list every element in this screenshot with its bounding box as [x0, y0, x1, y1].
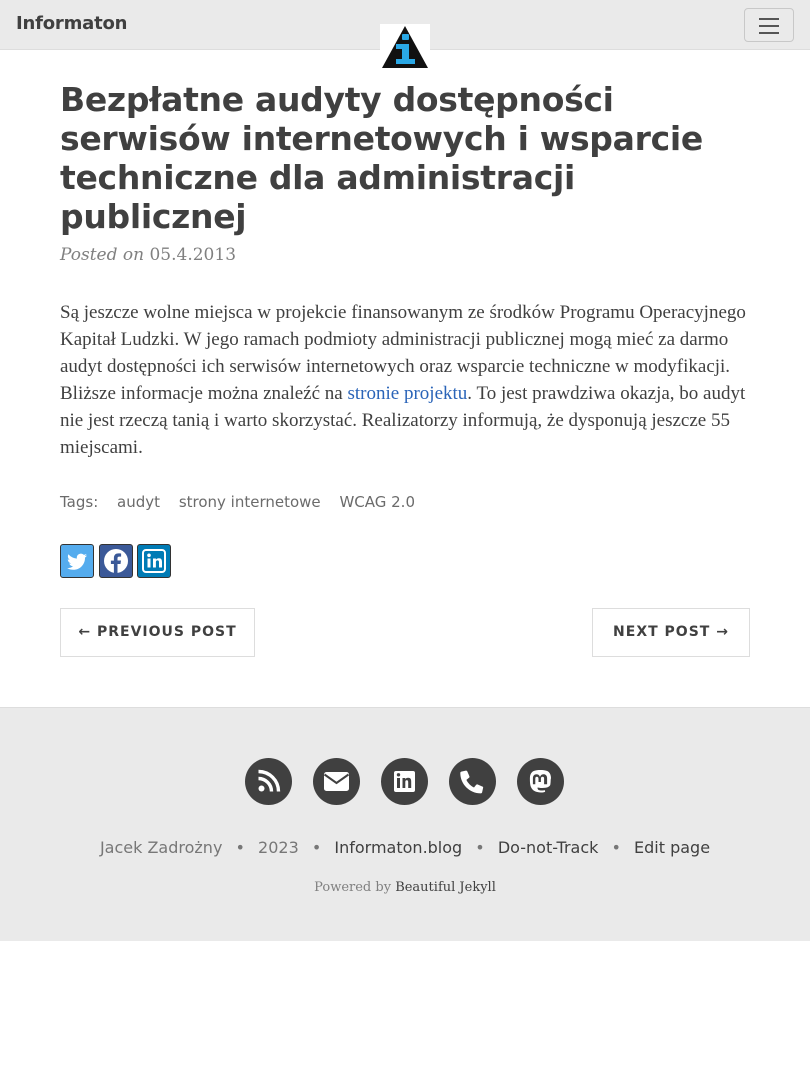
footer-separator: • [611, 838, 621, 857]
footer-mastodon-link[interactable] [517, 758, 564, 805]
post-body: Są jeszcze wolne miejsca w projekcie fin… [60, 299, 750, 461]
footer-dnt-link[interactable]: Do-not-Track [498, 838, 599, 857]
hamburger-bar [759, 32, 779, 34]
footer-phone-link[interactable] [449, 758, 496, 805]
footer: Jacek Zadrożny • 2023 • Informaton.blog … [0, 707, 810, 941]
footer-edit-page-link[interactable]: Edit page [634, 838, 710, 857]
footer-site-link[interactable]: Informaton.blog [334, 838, 462, 857]
beautiful-jekyll-link[interactable]: Beautiful Jekyll [395, 880, 496, 895]
mastodon-icon [529, 770, 551, 793]
next-post-button[interactable]: NEXT POST → [592, 608, 750, 657]
previous-post-button[interactable]: ← PREVIOUS POST [60, 608, 255, 657]
post-date: 05.4.2013 [149, 245, 237, 265]
footer-rss-link[interactable] [245, 758, 292, 805]
phone-icon [460, 770, 484, 794]
footer-copyright: Jacek Zadrożny • 2023 • Informaton.blog … [0, 838, 810, 857]
footer-powered-by: Powered by Beautiful Jekyll [0, 880, 810, 895]
footer-separator: • [235, 838, 245, 857]
footer-email-link[interactable] [313, 758, 360, 805]
post-tags: Tags: audyt strony internetowe WCAG 2.0 [60, 493, 429, 511]
powered-by-prefix: Powered by [314, 880, 392, 895]
share-linkedin-button[interactable] [137, 544, 171, 578]
tag-link-audyt[interactable]: audyt [117, 493, 160, 511]
linkedin-icon [394, 771, 415, 792]
email-icon [323, 772, 350, 791]
post-meta-prefix: Posted on [60, 245, 145, 265]
footer-author: Jacek Zadrożny [99, 838, 223, 857]
footer-separator: • [475, 838, 485, 857]
rss-icon [258, 769, 281, 792]
project-page-link[interactable]: stronie projektu [348, 383, 468, 404]
hamburger-menu-button[interactable] [744, 8, 794, 42]
footer-year: 2023 [258, 838, 299, 857]
site-brand-link[interactable]: Informaton [16, 13, 127, 34]
share-facebook-button[interactable] [99, 544, 133, 578]
tag-link-wcag[interactable]: WCAG 2.0 [339, 493, 415, 511]
share-twitter-button[interactable] [60, 544, 94, 578]
hamburger-menu-icon [759, 18, 779, 20]
linkedin-icon [142, 549, 166, 573]
tags-label: Tags: [60, 493, 99, 511]
tag-link-strony-internetowe[interactable]: strony internetowe [179, 493, 321, 511]
footer-linkedin-link[interactable] [381, 758, 428, 805]
post-meta: Posted on 05.4.2013 [60, 245, 236, 265]
hamburger-bar [759, 25, 779, 27]
information-triangle-logo[interactable] [380, 24, 430, 70]
footer-separator: • [311, 838, 322, 857]
post-title: Bezpłatne audyty dostępności serwisów in… [60, 80, 703, 236]
facebook-icon [104, 549, 128, 573]
twitter-icon [67, 553, 87, 570]
